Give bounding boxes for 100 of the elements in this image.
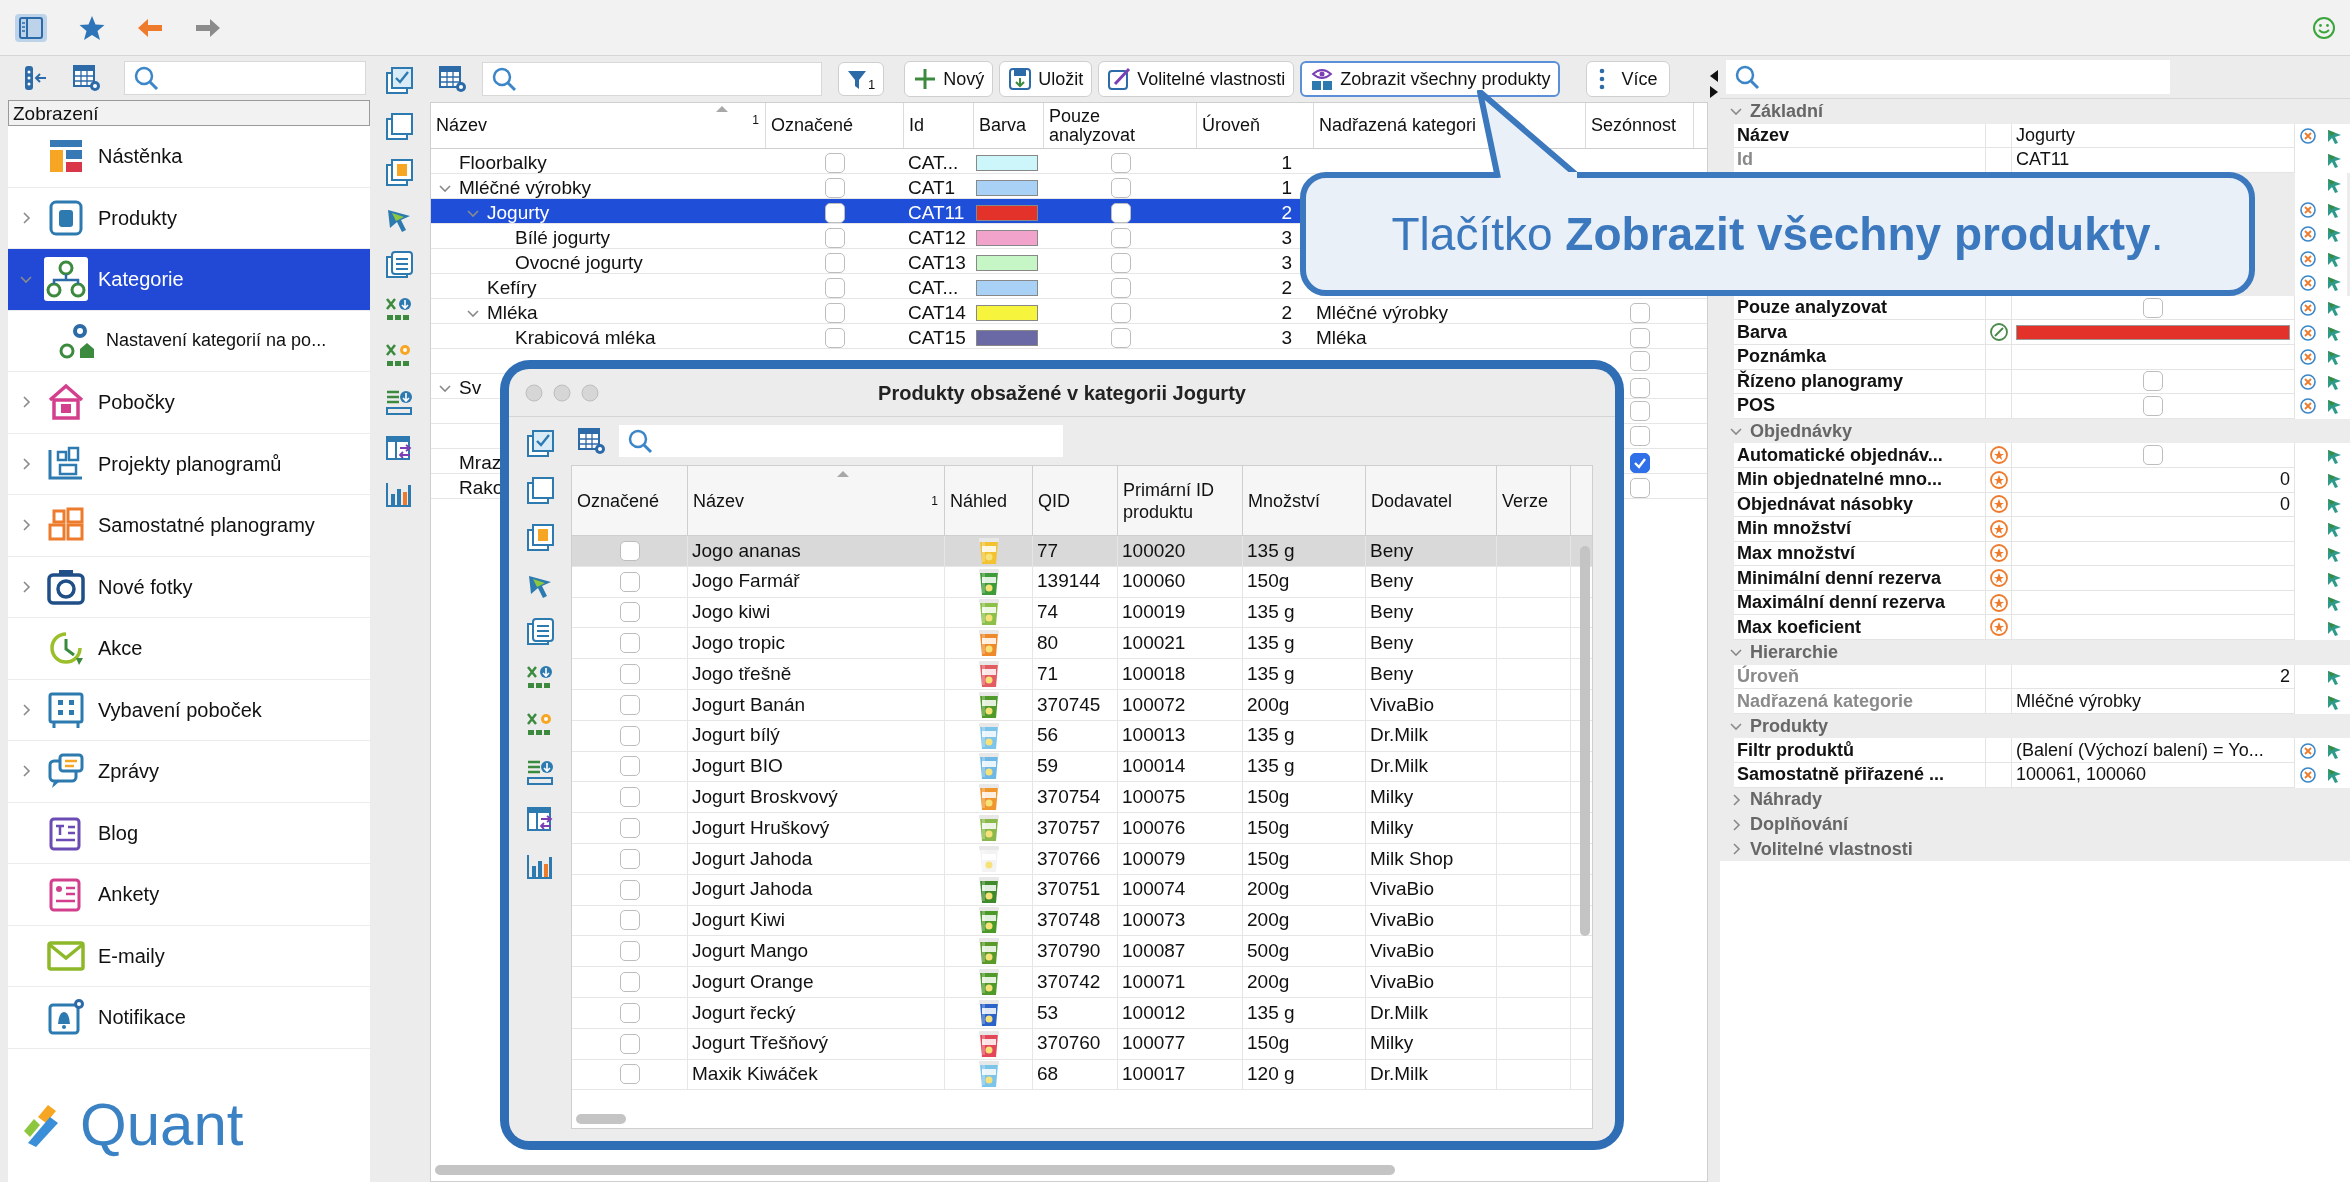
inherited-icon[interactable] <box>1988 494 2009 515</box>
column-header[interactable]: Pouze analyzovat <box>1049 106 1139 145</box>
product-name[interactable]: Maxik Kiwáček <box>688 1059 945 1090</box>
checkbox[interactable] <box>619 540 640 561</box>
list-icon[interactable] <box>384 250 414 280</box>
export-icon[interactable] <box>384 388 414 418</box>
reset-icon[interactable] <box>2298 126 2317 145</box>
product-name[interactable]: Jogurt Kiwi <box>688 905 945 936</box>
copy-icon[interactable] <box>525 476 555 506</box>
column-header[interactable]: Množství <box>1248 489 1321 512</box>
scrollbar-thumb[interactable] <box>435 1165 1395 1175</box>
property-row[interactable]: Id CAT11 <box>1734 148 2350 173</box>
checkbox[interactable] <box>1630 351 1650 371</box>
sidebar-toggle-icon[interactable] <box>14 12 48 43</box>
reset-icon[interactable] <box>2298 397 2317 416</box>
table-settings-icon[interactable] <box>577 426 607 456</box>
inherited-icon[interactable] <box>1988 617 2009 638</box>
column-header[interactable]: Označené <box>771 116 854 135</box>
checkbox[interactable] <box>619 848 640 869</box>
checkbox[interactable] <box>1110 153 1131 174</box>
checkbox[interactable] <box>619 633 640 654</box>
checkbox[interactable] <box>825 278 845 299</box>
product-name[interactable]: Jogo třešně <box>688 659 945 689</box>
product-name[interactable]: Jogurt Jahoda <box>688 843 945 874</box>
section-header[interactable]: Náhrady <box>1750 786 1823 814</box>
checkbox[interactable] <box>619 725 640 746</box>
search-field[interactable] <box>124 61 366 95</box>
section-header[interactable]: Základní <box>1750 97 1824 125</box>
toolbar-button[interactable]: Nový <box>904 61 994 97</box>
checkbox[interactable] <box>2143 371 2163 392</box>
checklist-icon[interactable] <box>525 429 555 459</box>
property-row[interactable]: Úroveň 2 <box>1734 664 2350 690</box>
reset-icon[interactable] <box>2298 766 2317 785</box>
search-field[interactable] <box>482 62 822 96</box>
search-field[interactable] <box>1726 60 2170 94</box>
checkbox[interactable] <box>2143 445 2163 466</box>
back-arrow-icon[interactable] <box>136 16 164 39</box>
column-header[interactable]: Název <box>436 116 488 135</box>
checkbox[interactable] <box>825 178 845 199</box>
list-icon[interactable] <box>525 617 555 647</box>
section-header[interactable]: Produkty <box>1750 712 1828 740</box>
checkbox[interactable] <box>619 941 640 962</box>
help-icon[interactable] <box>384 158 414 188</box>
column-header[interactable]: QID <box>1038 489 1070 512</box>
property-row[interactable]: Poznámka <box>1734 344 2350 370</box>
checkbox[interactable] <box>2143 297 2163 318</box>
product-name[interactable]: Jogurt řecký <box>688 997 945 1028</box>
column-header[interactable]: Nadřazená kategori <box>1319 116 1477 135</box>
checkbox[interactable] <box>1630 303 1650 324</box>
reset-icon[interactable] <box>2298 249 2317 268</box>
property-row[interactable]: Min objednatelné mno... 0 <box>1734 467 2350 493</box>
product-name[interactable]: Jogo kiwi <box>688 597 945 628</box>
property-row[interactable]: Maximální denní rezerva <box>1734 590 2350 616</box>
product-name[interactable]: Jogurt Jahoda <box>688 874 945 905</box>
filter-button[interactable]: 1 <box>838 62 885 96</box>
checkbox[interactable] <box>825 328 845 349</box>
checkbox[interactable] <box>1110 203 1131 224</box>
checkbox[interactable] <box>1630 478 1650 499</box>
collapse-left-icon[interactable] <box>1710 70 1718 82</box>
reset-icon[interactable] <box>2298 225 2317 244</box>
sidebar-item[interactable]: Kategorie <box>8 249 370 311</box>
product-name[interactable]: Jogurt Třešňový <box>688 1028 945 1059</box>
inherited-icon[interactable] <box>1988 568 2009 589</box>
property-row[interactable]: Barva <box>1734 320 2350 345</box>
property-row[interactable]: Název Jogurty <box>1734 123 2350 149</box>
checkbox[interactable] <box>619 879 640 900</box>
column-header[interactable]: Náhled <box>950 489 1008 512</box>
property-row[interactable]: Nadřazená kategorie Mléčné výrobky <box>1734 689 2350 714</box>
checkbox[interactable] <box>825 253 845 274</box>
table-settings-icon[interactable] <box>72 63 102 93</box>
bar-chart-icon[interactable] <box>525 852 555 882</box>
product-name[interactable]: Jogurt Orange <box>688 967 945 997</box>
smiley-icon[interactable] <box>2312 15 2336 40</box>
checkbox[interactable] <box>619 756 640 777</box>
scrollbar-thumb[interactable] <box>1580 546 1590 936</box>
property-row[interactable]: Filtr produktů (Balení (Výchozí balení) = Yo... <box>1734 738 2350 764</box>
checkbox[interactable] <box>1110 278 1131 299</box>
toolbar-button[interactable]: Volitelné vlastnosti <box>1098 61 1295 97</box>
product-name[interactable]: Jogurt Hruškový <box>688 813 945 843</box>
inherited-icon[interactable] <box>1988 445 2009 466</box>
reset-icon[interactable] <box>2298 323 2317 342</box>
column-header[interactable]: Id <box>909 116 924 135</box>
color-picker-icon[interactable] <box>1988 322 2009 343</box>
toolbar-button[interactable]: Více <box>1586 61 1671 97</box>
table-settings-icon[interactable] <box>438 64 468 94</box>
checkbox[interactable] <box>619 694 640 715</box>
checklist-icon[interactable] <box>384 66 414 96</box>
checkbox[interactable] <box>619 910 640 931</box>
product-name[interactable]: Jogurt bílý <box>688 720 945 751</box>
section-header[interactable]: Doplňování <box>1750 811 1848 838</box>
property-row[interactable]: Objednávat násobky 0 <box>1734 492 2350 518</box>
scrollbar-thumb[interactable] <box>576 1114 626 1124</box>
section-header[interactable]: Hierarchie <box>1750 638 1839 666</box>
checkbox[interactable] <box>1110 328 1131 349</box>
checkbox[interactable] <box>825 303 845 324</box>
export-icon[interactable] <box>525 758 555 788</box>
property-row[interactable]: Max koeficient <box>1734 615 2350 641</box>
inherited-icon[interactable] <box>1988 469 2009 490</box>
toolbar-button[interactable]: Zobrazit všechny produkty <box>1300 61 1561 97</box>
checkbox[interactable] <box>1110 178 1131 199</box>
